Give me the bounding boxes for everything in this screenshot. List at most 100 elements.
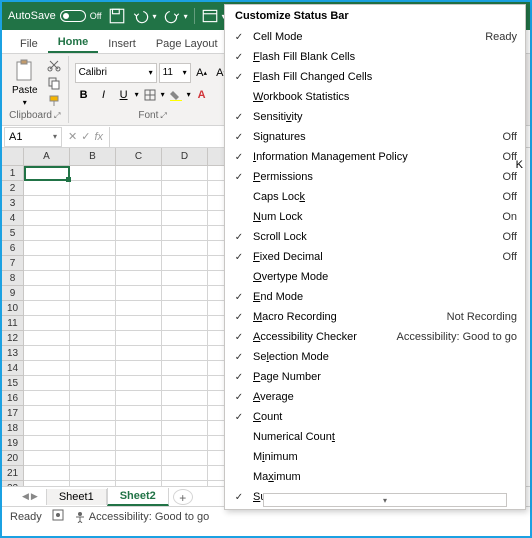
cell[interactable] (70, 451, 116, 466)
cell[interactable] (24, 241, 70, 256)
cell[interactable] (24, 466, 70, 481)
cell[interactable] (116, 376, 162, 391)
cell[interactable] (24, 166, 70, 181)
cut-icon[interactable] (46, 57, 62, 73)
undo-icon[interactable] (132, 7, 150, 25)
sheet-nav-prev-icon[interactable]: ◀ (22, 491, 29, 502)
cell[interactable] (70, 166, 116, 181)
tab-home[interactable]: Home (48, 33, 99, 53)
cell[interactable] (116, 361, 162, 376)
cell[interactable] (162, 181, 208, 196)
borders-dropdown-icon[interactable]: ▾ (161, 90, 165, 99)
cell[interactable] (162, 346, 208, 361)
cell[interactable] (70, 226, 116, 241)
cell[interactable] (24, 406, 70, 421)
menu-item[interactable]: ✓ Page Number (225, 367, 525, 387)
menu-item[interactable]: ✓ Average (225, 387, 525, 407)
row-header[interactable]: 19 (2, 436, 24, 451)
cell[interactable] (70, 211, 116, 226)
autosave-toggle[interactable]: AutoSave Off (8, 10, 102, 22)
row-header[interactable]: 17 (2, 406, 24, 421)
format-painter-icon[interactable] (46, 93, 62, 109)
cell[interactable] (70, 301, 116, 316)
cell[interactable] (70, 466, 116, 481)
name-box[interactable]: A1 ▾ (4, 127, 62, 147)
cell[interactable] (70, 436, 116, 451)
row-header[interactable]: 16 (2, 391, 24, 406)
row-header[interactable]: 11 (2, 316, 24, 331)
column-header[interactable]: D (162, 148, 208, 166)
cell[interactable] (116, 436, 162, 451)
fx-icon[interactable]: fx (94, 131, 103, 143)
undo-dropdown[interactable]: ▾ (153, 12, 157, 21)
cell[interactable] (24, 331, 70, 346)
column-header[interactable]: C (116, 148, 162, 166)
cell[interactable] (70, 346, 116, 361)
font-size-select[interactable]: 11▾ (159, 63, 191, 83)
tab-insert[interactable]: Insert (98, 35, 146, 53)
row-header[interactable]: 5 (2, 226, 24, 241)
tab-file[interactable]: File (10, 35, 48, 53)
new-sheet-button[interactable]: + (173, 489, 193, 505)
cell[interactable] (24, 436, 70, 451)
menu-item[interactable]: ✓ Cell Mode Ready (225, 27, 525, 47)
redo-icon[interactable] (163, 7, 181, 25)
save-icon[interactable] (108, 7, 126, 25)
fill-dropdown-icon[interactable]: ▾ (187, 90, 191, 99)
cell[interactable] (24, 361, 70, 376)
menu-item[interactable]: ✓ Selection Mode (225, 347, 525, 367)
cell[interactable] (162, 466, 208, 481)
cancel-formula-icon[interactable]: ✕ (68, 130, 77, 143)
row-header[interactable]: 2 (2, 181, 24, 196)
cell[interactable] (70, 241, 116, 256)
tab-page-layout[interactable]: Page Layout (146, 35, 228, 53)
menu-item[interactable]: ✓ Count (225, 407, 525, 427)
row-header[interactable]: 15 (2, 376, 24, 391)
menu-item[interactable]: ✓ Flash Fill Changed Cells (225, 67, 525, 87)
cell[interactable] (162, 316, 208, 331)
cell[interactable] (70, 286, 116, 301)
menu-item[interactable]: ✓ Scroll Lock Off (225, 227, 525, 247)
qat-customize-icon[interactable] (201, 7, 219, 25)
cell[interactable] (116, 346, 162, 361)
bold-button[interactable]: B (75, 86, 93, 104)
column-header[interactable]: A (24, 148, 70, 166)
cell[interactable] (162, 361, 208, 376)
italic-button[interactable]: I (95, 86, 113, 104)
cell[interactable] (116, 196, 162, 211)
cell[interactable] (162, 391, 208, 406)
menu-item[interactable]: ✓ Macro Recording Not Recording (225, 307, 525, 327)
menu-item[interactable]: ✓ Signatures Off (225, 127, 525, 147)
fill-color-button[interactable] (167, 86, 185, 104)
select-all-corner[interactable] (2, 148, 24, 166)
sheet-tab-2[interactable]: Sheet2 (107, 488, 169, 506)
cell[interactable] (24, 316, 70, 331)
cell[interactable] (24, 481, 70, 486)
cell[interactable] (24, 211, 70, 226)
cell[interactable] (24, 421, 70, 436)
row-header[interactable]: 12 (2, 331, 24, 346)
cell[interactable] (162, 226, 208, 241)
cell[interactable] (162, 196, 208, 211)
font-name-select[interactable]: Calibri▾ (75, 63, 157, 83)
row-header[interactable]: 8 (2, 271, 24, 286)
cell[interactable] (70, 181, 116, 196)
cell[interactable] (116, 256, 162, 271)
menu-item[interactable]: ✓ Flash Fill Blank Cells (225, 47, 525, 67)
row-header[interactable]: 9 (2, 286, 24, 301)
cell[interactable] (24, 451, 70, 466)
cell[interactable] (70, 376, 116, 391)
cell[interactable] (116, 481, 162, 486)
accessibility-status[interactable]: Accessibility: Good to go (74, 511, 209, 523)
cell[interactable] (116, 421, 162, 436)
cell[interactable] (162, 301, 208, 316)
cell[interactable] (116, 166, 162, 181)
cell[interactable] (162, 376, 208, 391)
menu-item[interactable]: ✓ Fixed Decimal Off (225, 247, 525, 267)
cell[interactable] (162, 271, 208, 286)
cell[interactable] (24, 226, 70, 241)
row-header[interactable]: 10 (2, 301, 24, 316)
toggle-switch[interactable] (60, 10, 86, 22)
cell[interactable] (116, 271, 162, 286)
cell[interactable] (162, 331, 208, 346)
